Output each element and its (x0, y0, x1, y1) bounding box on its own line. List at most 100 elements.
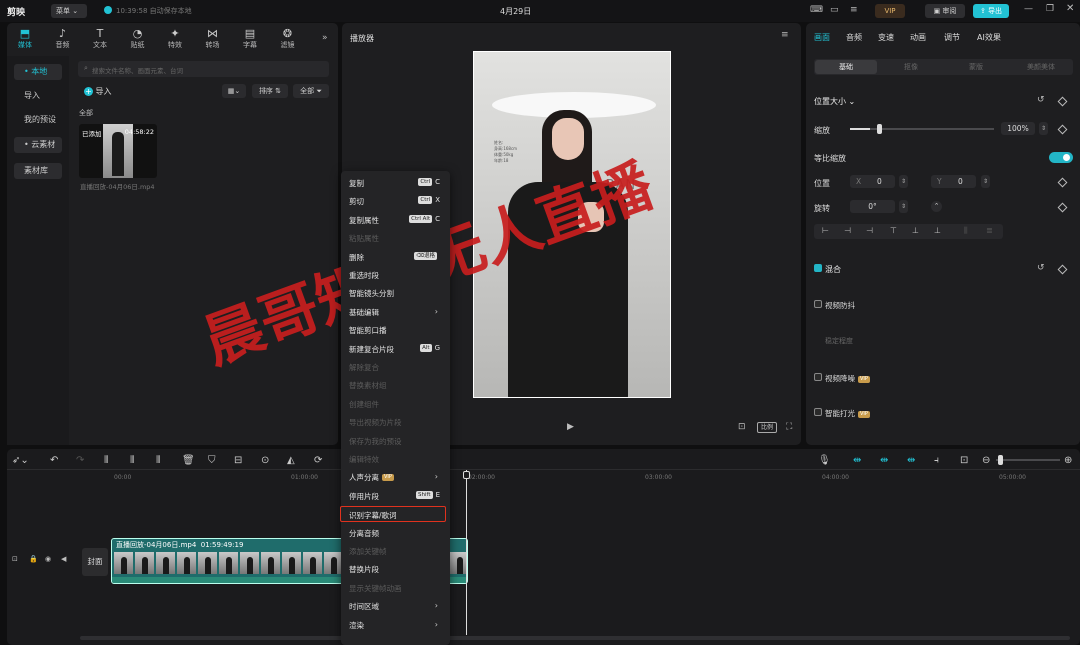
prop-tab-3[interactable]: 动画 (910, 32, 926, 43)
media-clip-thumbnail[interactable]: 已添加 04:58:22 (79, 124, 157, 178)
zoom-in-icon[interactable]: ⊕ (1064, 455, 1072, 466)
distribute-h-icon[interactable]: ⫼ (964, 226, 968, 236)
shortcut-icon[interactable]: ⌨ (810, 5, 823, 15)
denoise-checkbox[interactable] (814, 373, 822, 381)
position-x-stepper[interactable]: ⇕ (899, 175, 908, 188)
menu-item-19[interactable]: 分离音频 (341, 525, 450, 541)
minimize-icon[interactable]: — (1024, 4, 1033, 14)
sidebar-item-3[interactable]: • 云素材 (14, 137, 62, 153)
freeze-icon[interactable]: ⊟ (234, 455, 242, 466)
position-y-stepper[interactable]: ⇕ (981, 175, 990, 188)
caption-icon[interactable]: ⊡ (960, 455, 968, 466)
menu-item-7[interactable]: 基础编辑 › (341, 304, 450, 320)
tab-media[interactable]: ⬒ 媒体 (7, 28, 43, 50)
menu-item-5[interactable]: 重选时段 (341, 267, 450, 283)
distribute-v-icon[interactable]: ≣ (986, 226, 993, 235)
tab-filter[interactable]: ❂ 滤镜 (270, 28, 306, 50)
align-bottom-icon[interactable]: ⊥ (934, 226, 941, 235)
subtab-1[interactable]: 抠像 (880, 60, 942, 74)
player-menu-icon[interactable]: ≡ (781, 30, 789, 40)
expand-icon[interactable]: » (322, 33, 328, 43)
ratio-button[interactable]: 比例 (757, 422, 777, 433)
scale-stepper[interactable]: ⇕ (1039, 122, 1048, 135)
delete-icon[interactable]: 🗑 (182, 455, 195, 466)
uniform-scale-toggle[interactable] (1049, 152, 1073, 163)
stabilize-checkbox[interactable] (814, 300, 822, 308)
menu-item-21[interactable]: 替换片段 (341, 561, 450, 577)
scale-input[interactable]: 100% (1001, 122, 1035, 135)
sidebar-item-1[interactable]: 导入 (14, 88, 62, 104)
menu-item-1[interactable]: 剪切 Ctrl X (341, 193, 450, 209)
microphone-icon[interactable]: 🎙 (818, 455, 831, 466)
subtab-0[interactable]: 基础 (815, 60, 877, 74)
menu-item-0[interactable]: 复制 Ctrl C (341, 175, 450, 191)
rotate-icon[interactable]: ⟳ (314, 455, 322, 466)
view-toggle-button[interactable]: ▦⌄ (222, 84, 246, 98)
screenshot-icon[interactable]: ⊡ (738, 422, 746, 432)
filter-button[interactable]: 全部 ⏷ (293, 84, 329, 98)
prop-tab-0[interactable]: 画面 (814, 32, 830, 43)
sort-button[interactable]: 排序 ⇅ (252, 84, 288, 98)
lock-icon[interactable]: 🔒 (29, 555, 38, 563)
tab-subtitle[interactable]: ▤ 字幕 (232, 28, 268, 50)
align-center-v-icon[interactable]: ⊥ (912, 226, 919, 235)
split-icon[interactable]: ⦀ (104, 455, 108, 466)
main-track-magnet-icon[interactable]: ⇹ (853, 455, 861, 466)
rotation-input[interactable]: 0° (850, 200, 895, 213)
cover-button[interactable]: 封面 (82, 548, 108, 576)
search-input[interactable]: ⌕ 搜索文件名称、画面元素、台词 (78, 61, 329, 77)
sidebar-item-4[interactable]: 素材库 (14, 163, 62, 179)
zoom-slider[interactable] (996, 455, 1060, 465)
auto-snap-icon[interactable]: ⇹ (880, 455, 888, 466)
reset-icon[interactable]: ↺ (1037, 95, 1045, 105)
menu-item-6[interactable]: 智能镜头分割 (341, 285, 450, 301)
prop-tab-1[interactable]: 音频 (846, 32, 862, 43)
blend-checkbox[interactable] (814, 264, 822, 272)
prop-tab-2[interactable]: 变速 (878, 32, 894, 43)
select-tool-icon[interactable]: ➶⌄ (12, 455, 29, 466)
prop-tab-5[interactable]: AI效果 (977, 32, 1001, 43)
menu-item-9[interactable]: 新建复合片段 Alt G (341, 341, 450, 357)
menu-item-17[interactable]: 停用片段 Shift E (341, 488, 450, 504)
smart-light-checkbox[interactable] (814, 408, 822, 416)
split-left-icon[interactable]: ⦀ (130, 455, 134, 466)
subtab-2[interactable]: 蒙版 (945, 60, 1007, 74)
sidebar-item-2[interactable]: 我的预设 (14, 112, 62, 128)
position-y-input[interactable]: Y0 (931, 175, 976, 188)
review-button[interactable]: ▣ 审阅 (925, 4, 965, 18)
layout-icon[interactable]: ▭ (830, 5, 839, 15)
menu-item-8[interactable]: 智能剪口播 (341, 322, 450, 338)
mirror-icon[interactable]: ◭ (287, 455, 295, 466)
subtab-3[interactable]: 美颜美体 (1010, 60, 1072, 74)
vip-button[interactable]: VIP (875, 4, 905, 18)
export-button[interactable]: ⇪ 导出 (973, 4, 1009, 18)
align-right-icon[interactable]: ⊣ (866, 226, 873, 235)
menu-item-4[interactable]: 删除 ⌫退格 (341, 249, 450, 265)
menu-item-16[interactable]: 人声分离 VIP › (341, 469, 450, 485)
prop-tab-4[interactable]: 调节 (944, 32, 960, 43)
settings-icon[interactable]: ≡ (850, 5, 858, 15)
linkage-icon[interactable]: ⇹ (907, 455, 915, 466)
tab-effects[interactable]: ✦ 特效 (157, 28, 193, 50)
zoom-slider-thumb[interactable] (998, 455, 1003, 465)
menu-item-2[interactable]: 复制属性 Ctrl Alt C (341, 212, 450, 228)
tab-sticker[interactable]: ◔ 贴纸 (120, 28, 156, 50)
align-left-icon[interactable]: ⊢ (822, 226, 829, 235)
play-icon[interactable]: ▶ (567, 422, 574, 432)
timeline-scrollbar[interactable] (80, 636, 1070, 640)
menu-item-18[interactable]: 识别字幕/歌词 (340, 506, 446, 523)
preview-axis-icon[interactable]: ⫞ (934, 455, 939, 466)
tab-audio[interactable]: ♪ 音频 (45, 28, 81, 50)
align-center-h-icon[interactable]: ⊣ (844, 226, 851, 235)
menu-item-23[interactable]: 时间区域 › (341, 598, 450, 614)
import-button[interactable]: + 导入 (84, 86, 112, 97)
scale-slider[interactable] (850, 124, 994, 134)
rotate-dial-icon[interactable]: ⌃ (931, 201, 942, 212)
position-size-section[interactable]: 位置大小 ⌄ (814, 96, 855, 107)
video-frame[interactable]: RAN 姓名: 身高:168cm 体重:50kg 年龄:18 (473, 51, 671, 398)
rotation-stepper[interactable]: ⇕ (899, 200, 908, 213)
eye-icon[interactable]: ◉ (45, 555, 51, 563)
play-circle-icon[interactable]: ⊙ (261, 455, 269, 466)
maximize-icon[interactable]: ❐ (1046, 4, 1054, 14)
redo-icon[interactable]: ↷ (76, 455, 84, 466)
